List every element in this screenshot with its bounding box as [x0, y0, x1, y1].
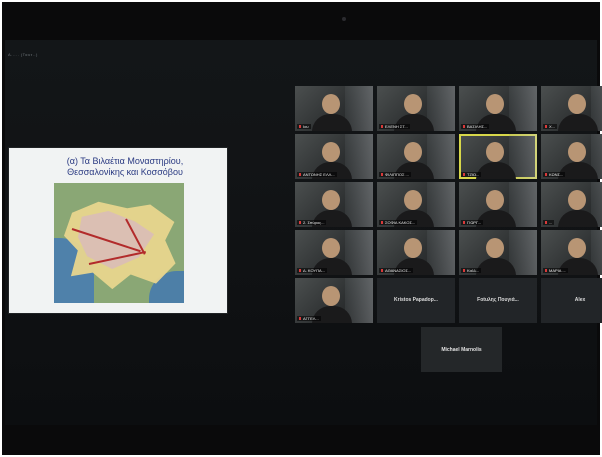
participant-face	[404, 94, 422, 114]
participant-face	[568, 94, 586, 114]
muted-mic-icon	[381, 221, 383, 225]
participant-name: ΑΝΤΩΝΗΣ ΕΛΛ...	[303, 172, 335, 177]
participant-tile[interactable]: ΤΖΙΩ...	[459, 134, 537, 179]
muted-mic-icon	[463, 269, 465, 273]
participant-tile[interactable]: ΑΓΓΕΛ...	[295, 278, 373, 323]
participant-name: ΑΘΑΝΑΣΙΟΣ...	[385, 268, 412, 273]
participant-name: 2. Σπύρος...	[303, 220, 325, 225]
participant-name: Kristos Papadop...	[394, 297, 438, 303]
participant-tile[interactable]: Ιου	[295, 86, 373, 131]
participant-label: ΦΙΛΙΠΠΟΣ ...	[379, 172, 411, 177]
participant-name: Fotuλης Πουγιά...	[477, 297, 519, 303]
participant-tile[interactable]: ΒΑΣΙΛΗΣ...	[459, 86, 537, 131]
participant-name: ΣΟΦΙΑ ΚΑΚΟΣ...	[385, 220, 416, 225]
participant-face	[404, 142, 422, 162]
participant-label: ΕΛΕΝΗ ΣΤ...	[379, 124, 410, 129]
participant-tile[interactable]: ΑΝΤΩΝΗΣ ΕΛΛ...	[295, 134, 373, 179]
muted-mic-icon	[299, 125, 301, 129]
slide-title: (α) Τα Βιλαέτια Μοναστηρίου, Θεσσαλονίκη…	[66, 156, 184, 177]
participant-name: Alex	[574, 297, 586, 303]
participant-tile[interactable]: ΚΩΝΣ...	[541, 134, 602, 179]
participant-face	[486, 238, 504, 258]
muted-mic-icon	[545, 269, 547, 273]
participant-label: Καλλ...	[461, 268, 482, 273]
participant-label: 2. Σπύρος...	[297, 220, 327, 225]
participant-name: ΒΑΣΙΛΗΣ...	[467, 124, 488, 129]
muted-mic-icon	[299, 221, 301, 225]
participant-label: ΚΩΝΣ...	[543, 172, 566, 177]
participant-label: ΑΘΑΝΑΣΙΟΣ...	[379, 268, 414, 273]
participant-name: ΦΙΛΙΠΠΟΣ ...	[385, 172, 409, 177]
participant-label: ΑΓΓΕΛ...	[297, 316, 321, 321]
participant-face	[486, 190, 504, 210]
muted-mic-icon	[299, 317, 301, 321]
participant-face	[568, 238, 586, 258]
participant-tile[interactable]: ΜΑΡΙΑ ...	[541, 230, 602, 275]
muted-mic-icon	[463, 221, 465, 225]
participant-tile[interactable]: ΕΛΕΝΗ ΣΤ...	[377, 86, 455, 131]
participant-label: Δ. ΚΟΥΠΑ...	[297, 268, 327, 273]
participant-name: Ιου	[303, 124, 309, 129]
window-title: Α..... (Ταυτ..)	[8, 52, 38, 57]
historical-map	[54, 183, 184, 303]
participant-face	[568, 142, 586, 162]
participant-name: ΓΙΩΡΓ...	[467, 220, 482, 225]
participant-tile[interactable]: Alex	[541, 278, 602, 323]
participant-face	[568, 190, 586, 210]
participant-label: ΑΝΤΩΝΗΣ ΕΛΛ...	[297, 172, 337, 177]
participant-label: ΓΙΩΡΓ...	[461, 220, 484, 225]
participant-tile[interactable]: Kristos Papadop...	[377, 278, 455, 323]
participant-label: ΒΑΣΙΛΗΣ...	[461, 124, 490, 129]
participant-tile[interactable]: Fotuλης Πουγιά...	[459, 278, 537, 323]
participant-name: Καλλ...	[467, 268, 480, 273]
participant-tile[interactable]: ...	[541, 182, 602, 227]
shared-screen: (α) Τα Βιλαέτια Μοναστηρίου, Θεσσαλονίκη…	[9, 148, 227, 313]
participant-label: ...	[543, 220, 555, 225]
participant-face	[322, 94, 340, 114]
photo-frame: Α..... (Ταυτ..) (α) Τα Βιλαέτια Μοναστηρ…	[0, 0, 602, 457]
muted-mic-icon	[381, 269, 383, 273]
participant-label: Ιου	[297, 124, 311, 129]
participant-label: ΣΟΦΙΑ ΚΑΚΟΣ...	[379, 220, 418, 225]
participant-label: ΜΑΡΙΑ ...	[543, 268, 568, 273]
participant-name: ΜΑΡΙΑ ...	[549, 268, 566, 273]
muted-mic-icon	[299, 269, 301, 273]
participant-tile[interactable]: 2. Σπύρος...	[295, 182, 373, 227]
participant-name: Δ. ΚΟΥΠΑ...	[303, 268, 325, 273]
participant-name: ΕΛΕΝΗ ΣΤ...	[385, 124, 408, 129]
muted-mic-icon	[545, 221, 547, 225]
participant-face	[486, 142, 504, 162]
participant-tile[interactable]: Χ...	[541, 86, 602, 131]
webcam-dot	[342, 17, 346, 21]
participant-label: Χ...	[543, 124, 558, 129]
muted-mic-icon	[299, 173, 301, 177]
participant-name: ΑΓΓΕΛ...	[303, 316, 319, 321]
participant-name: Michael Marnolis	[441, 347, 482, 353]
muted-mic-icon	[381, 125, 383, 129]
participant-name: ...	[549, 220, 553, 225]
participant-tile[interactable]: Καλλ...	[459, 230, 537, 275]
participant-face	[322, 190, 340, 210]
participant-face	[486, 94, 504, 114]
participant-tile[interactable]: Michael Marnolis	[421, 327, 502, 372]
muted-mic-icon	[381, 173, 383, 177]
muted-mic-icon	[545, 125, 547, 129]
participant-tile[interactable]: ΣΟΦΙΑ ΚΑΚΟΣ...	[377, 182, 455, 227]
participant-name: ΤΖΙΩ...	[467, 172, 480, 177]
muted-mic-icon	[463, 125, 465, 129]
participant-face	[322, 238, 340, 258]
participant-face	[322, 142, 340, 162]
participant-face	[404, 238, 422, 258]
participant-label: ΤΖΙΩ...	[461, 172, 482, 177]
participant-tile[interactable]: Δ. ΚΟΥΠΑ...	[295, 230, 373, 275]
muted-mic-icon	[545, 173, 547, 177]
participant-name: Χ...	[549, 124, 556, 129]
muted-mic-icon	[463, 173, 465, 177]
participant-tile[interactable]: ΓΙΩΡΓ...	[459, 182, 537, 227]
participant-face	[322, 286, 340, 306]
participant-name: ΚΩΝΣ...	[549, 172, 564, 177]
participant-tile[interactable]: ΑΘΑΝΑΣΙΟΣ...	[377, 230, 455, 275]
participant-face	[404, 190, 422, 210]
participant-tile[interactable]: ΦΙΛΙΠΠΟΣ ...	[377, 134, 455, 179]
